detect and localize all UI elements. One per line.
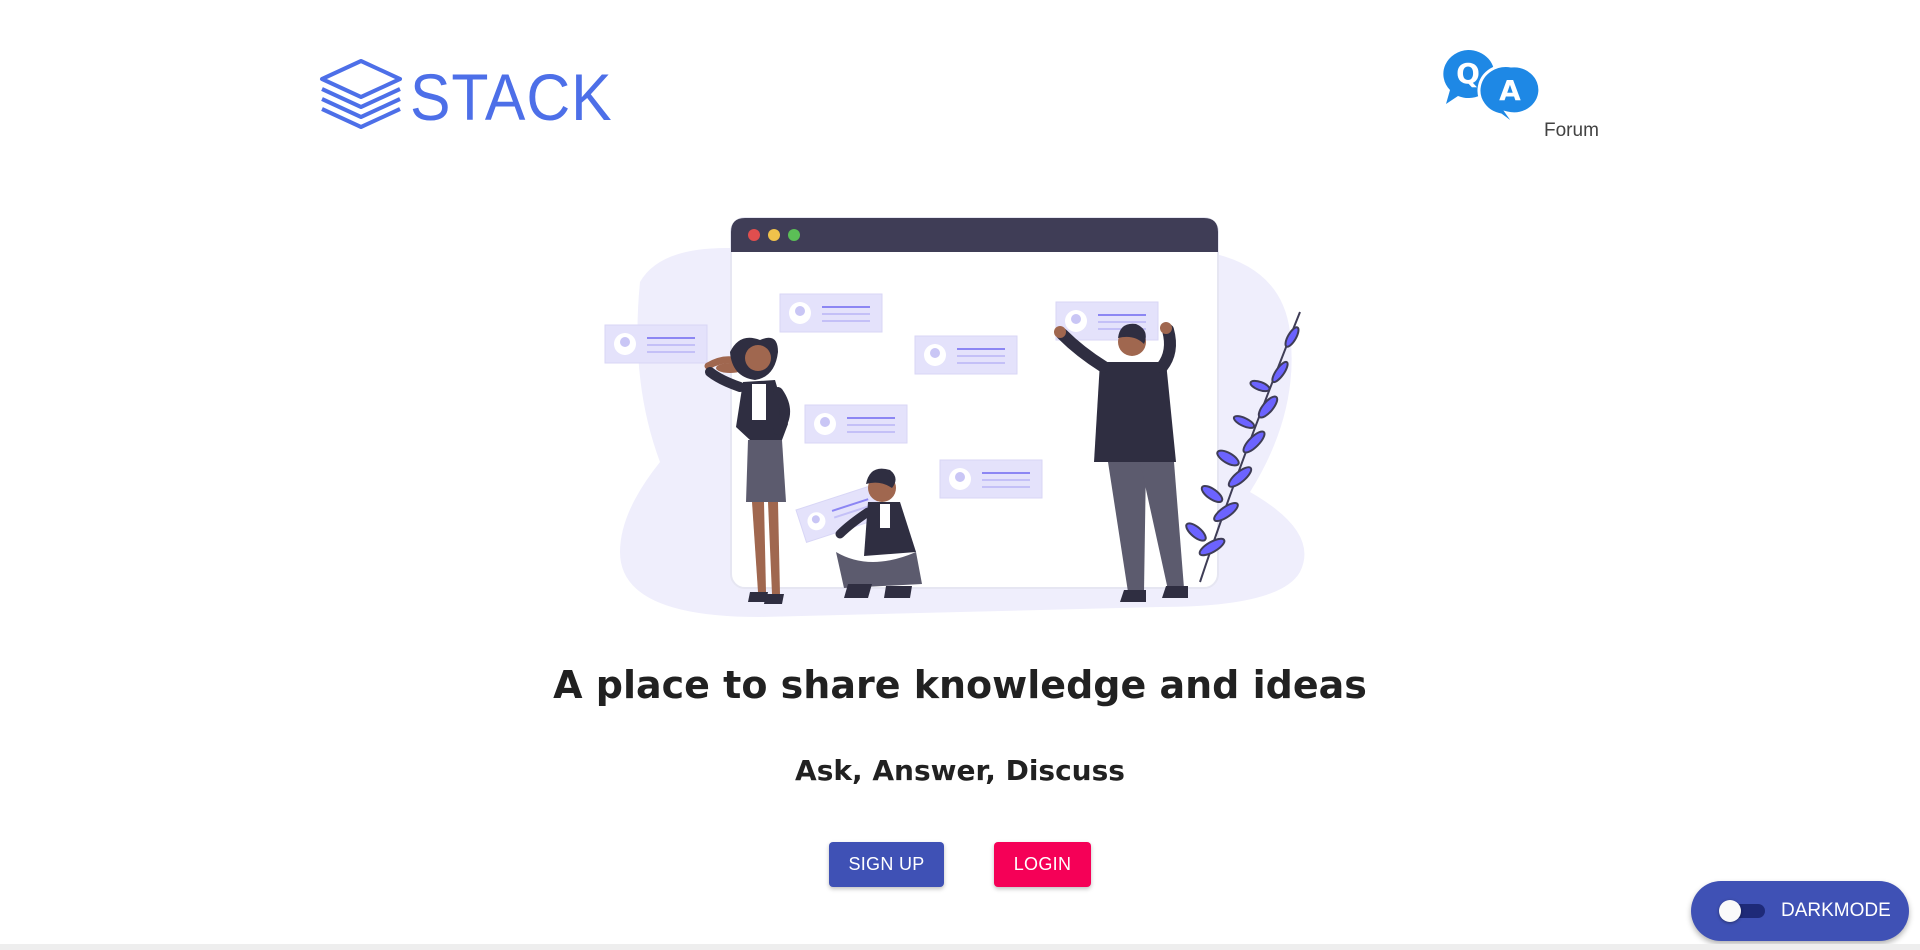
stack-logo[interactable]: STACK <box>318 56 630 138</box>
knowledge-sharing-illustration <box>604 217 1305 617</box>
stacked-layers-icon <box>320 59 402 129</box>
switch-thumb <box>1719 900 1741 922</box>
hero-headline: A place to share knowledge and ideas <box>553 663 1367 707</box>
logo-text: STACK <box>410 60 613 134</box>
qa-a-letter: A <box>1499 74 1521 107</box>
qa-forum-logo: Q A Forum <box>1440 48 1600 148</box>
hero-subheadline: Ask, Answer, Discuss <box>795 754 1125 787</box>
page-bottom-divider <box>0 944 1920 950</box>
qa-bubbles-icon: Q A <box>1443 49 1542 128</box>
darkmode-toggle-button[interactable]: DARKMODE <box>1691 881 1909 941</box>
login-button[interactable]: LOGIN <box>994 842 1091 887</box>
darkmode-switch[interactable] <box>1719 900 1767 922</box>
darkmode-label: DARKMODE <box>1781 900 1891 921</box>
qa-forum-caption: Forum <box>1544 120 1599 141</box>
signup-button[interactable]: SIGN UP <box>829 842 944 887</box>
qa-q-letter: Q <box>1456 57 1480 90</box>
hero-illustration <box>600 212 1320 631</box>
